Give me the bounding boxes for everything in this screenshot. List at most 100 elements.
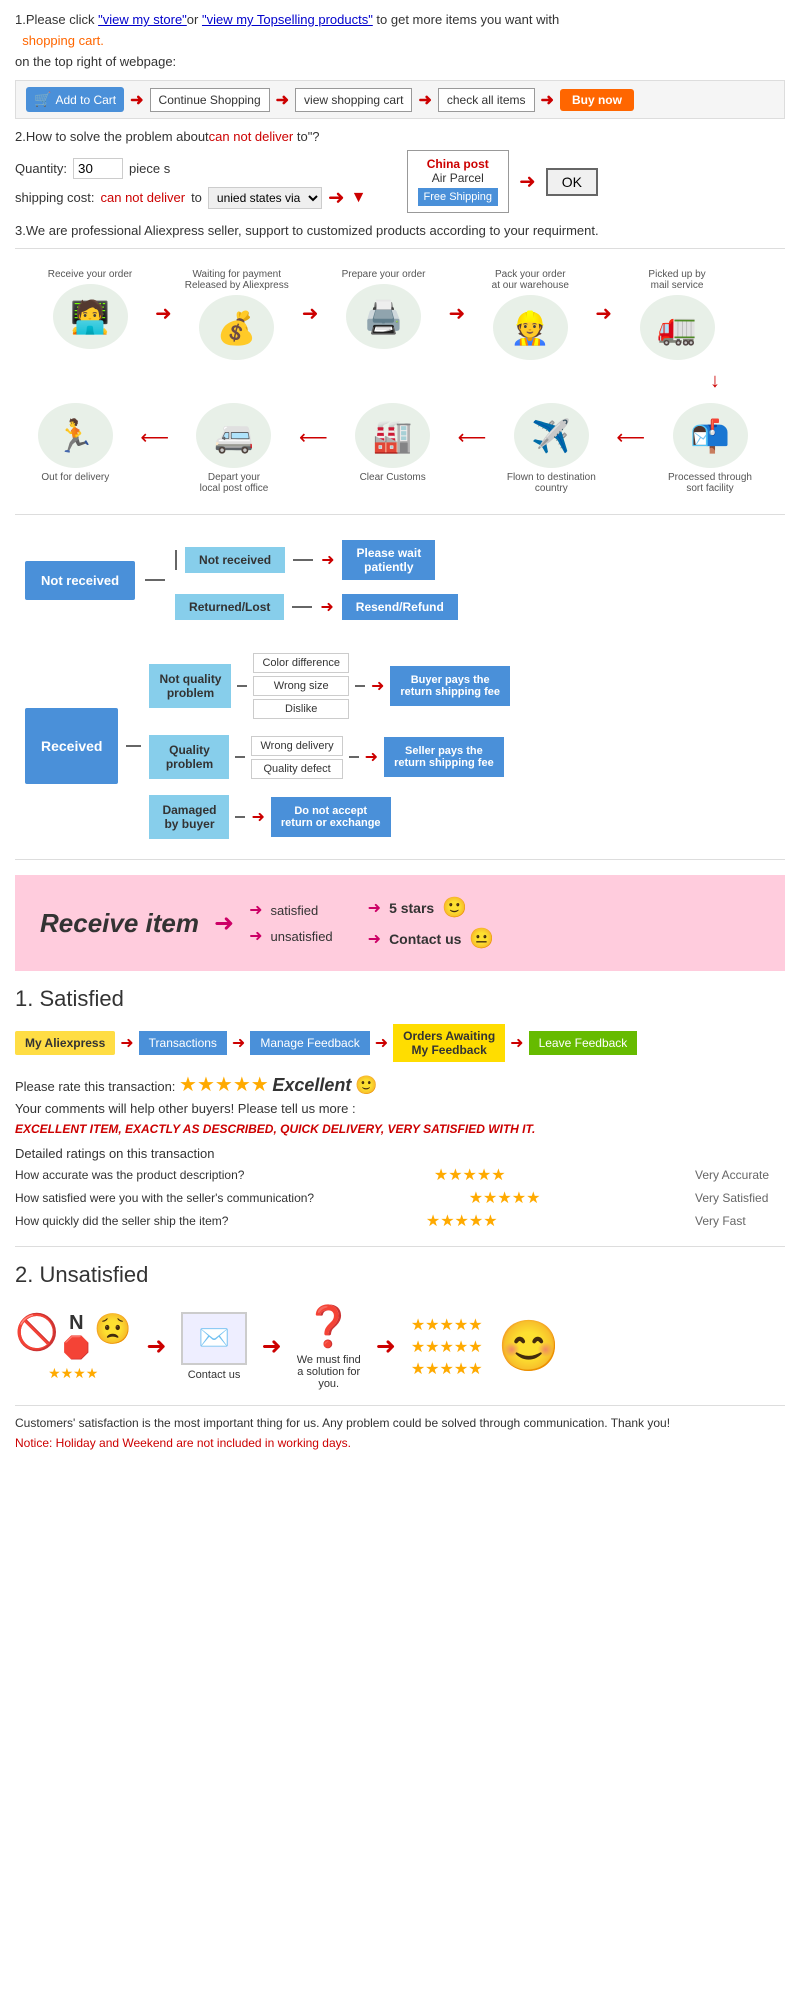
footer-section: Customers' satisfaction is the most impo… (15, 1416, 785, 1450)
arrow1: ➜ (130, 90, 143, 110)
ri-stars-row: ➜ 5 stars 🙂 (368, 895, 495, 920)
comment-text: Your comments will help other buyers! Pl… (15, 1101, 785, 1116)
r-b1-line (237, 685, 247, 687)
add-to-cart-button[interactable]: 🛒 Add to Cart (26, 87, 124, 112)
step1-icon: 🧑‍💻 (53, 284, 128, 349)
quality-defect: Quality defect (251, 759, 342, 779)
manage-feedback-btn[interactable]: Manage Feedback (250, 1031, 369, 1055)
step6-caption: Out for delivery (41, 472, 109, 483)
r-b1-arrow: ➜ (371, 676, 384, 696)
leave-feedback-btn[interactable]: Leave Feedback (529, 1031, 638, 1055)
n-letter: N (69, 1312, 83, 1335)
r-b1-line2 (355, 685, 365, 687)
check-all-button[interactable]: check all items (438, 88, 535, 112)
step7-icon: 🚐 (196, 403, 271, 468)
section1-suffix: to get more items you want with (373, 12, 559, 27)
down-arrow: ↓ (710, 370, 720, 393)
order-flow-top: Receive your order 🧑‍💻 ➜ Waiting for pay… (25, 269, 775, 360)
returned-lost-sub: Returned/Lost (175, 594, 284, 620)
r-b3-line (235, 816, 245, 818)
cart-flow: 🛒 Add to Cart ➜ Continue Shopping ➜ view… (15, 80, 785, 119)
unsat-stars-block: ★★★★★ ★★★★★ ★★★★★ (411, 1315, 483, 1379)
transactions-btn[interactable]: Transactions (139, 1031, 227, 1055)
r-b2-arrow: ➜ (365, 747, 378, 767)
buy-now-button[interactable]: Buy now (560, 89, 634, 111)
unsat-star-row2: ★★★★★ (411, 1337, 483, 1357)
r-b2-items: Wrong delivery Quality defect (251, 736, 342, 779)
continue-shopping-button[interactable]: Continue Shopping (150, 88, 270, 112)
unsat-item1: 🚫 N 🛑 😟 ★★★★ (15, 1312, 131, 1382)
bottom-steps: 🏃 Out for delivery ⟵ 🚐 Depart yourlocal … (10, 403, 775, 494)
divider5 (15, 1405, 785, 1406)
down-arrow-container: ↓ (25, 370, 775, 393)
ri-smiley2: 😐 (469, 926, 494, 951)
shipping-country-select[interactable]: unied states via (208, 187, 322, 209)
s2-red: can not deliver (209, 129, 294, 144)
section1: 1.Please click "view my store"or "view m… (15, 10, 785, 119)
step7-caption: Depart yourlocal post office (200, 472, 269, 494)
step9-icon: ✈️ (514, 403, 589, 468)
r-b3-arrow: ➜ (251, 807, 264, 827)
section1-intro: 1.Please click (15, 12, 98, 27)
unsat-stars: ★★★★ (48, 1365, 98, 1382)
step4-caption: Pack your orderat our warehouse (492, 269, 569, 291)
wrong-size: Wrong size (253, 676, 348, 696)
view-store-link[interactable]: "view my store" (98, 12, 187, 27)
footer-notice: Notice: Holiday and Weekend are not incl… (15, 1436, 785, 1450)
big-smiley: 😊 (498, 1317, 560, 1376)
nr-branch2: Returned/Lost ➜ Resend/Refund (175, 594, 458, 620)
orders-awaiting-btn[interactable]: Orders AwaitingMy Feedback (393, 1024, 505, 1062)
shipping-text: to (191, 190, 202, 205)
r-b1-items: Color difference Wrong size Dislike (253, 653, 348, 719)
receive-item-title: Receive item (40, 908, 199, 939)
ri-smiley1: 🙂 (442, 895, 467, 920)
unsatisfied-title: 2. Unsatisfied (15, 1262, 785, 1288)
rating-row-1: How accurate was the product description… (15, 1165, 785, 1185)
s2-title-end: to"? (293, 129, 319, 144)
r-branch2: Qualityproblem Wrong delivery Quality de… (149, 735, 509, 779)
view-cart-button[interactable]: view shopping cart (295, 88, 412, 112)
shipping-arrow: ➜ (328, 185, 345, 210)
step-depart-post: 🚐 Depart yourlocal post office (169, 403, 299, 494)
wrong-delivery: Wrong delivery (251, 736, 342, 756)
unsatisfied-section: 2. Unsatisfied 🚫 N 🛑 😟 ★★★★ ➜ ✉️ (15, 1262, 785, 1390)
email-icon: ✉️ (181, 1312, 246, 1365)
section1-text: 1.Please click "view my store"or "view m… (15, 10, 785, 31)
no-sign: 🚫 (15, 1312, 59, 1361)
step-pickup: Picked up bymail service 🚛 (612, 269, 742, 360)
check-label: check all items (447, 93, 526, 107)
top-steps: Receive your order 🧑‍💻 ➜ Waiting for pay… (25, 269, 742, 360)
rating2-label: How satisfied were you with the seller's… (15, 1191, 314, 1205)
ri-unsatisfied: unsatisfied (271, 929, 333, 944)
qty-unit: piece s (129, 161, 170, 176)
nr-result2: Resend/Refund (342, 594, 458, 620)
italic-comment: EXCELLENT ITEM, EXACTLY AS DESCRIBED, QU… (15, 1122, 785, 1136)
sat-num: 1. (15, 986, 33, 1011)
b-arrow-1: ⟵ (140, 403, 169, 450)
fb-arrow3: ➜ (375, 1033, 388, 1053)
rating3-label: How quickly did the seller ship the item… (15, 1214, 228, 1228)
unsat-title: Unsatisfied (39, 1262, 148, 1287)
step-waiting-payment: Waiting for paymentReleased by Aliexpres… (172, 269, 302, 360)
step1-caption: Receive your order (48, 269, 132, 280)
no-sign-n: 🚫 N 🛑 😟 (15, 1312, 131, 1361)
shopping-cart-link[interactable]: shopping cart. (22, 33, 104, 48)
rating1-stars: ★★★★★ (434, 1165, 506, 1185)
ri-unsatisfied-row: ➜ unsatisfied (249, 926, 333, 946)
r-mainline (126, 745, 141, 747)
divider3 (15, 859, 785, 860)
question-icon: ❓ (304, 1303, 354, 1350)
qty-label: Quantity: (15, 161, 67, 176)
china-post-label: China post (427, 157, 489, 171)
detailed-label: Detailed ratings on this transaction (15, 1146, 785, 1161)
ok-button[interactable]: OK (546, 168, 598, 196)
qty-input[interactable] (73, 158, 123, 179)
free-shipping-badge: Free Shipping (418, 188, 499, 206)
step-out-delivery: 🏃 Out for delivery (10, 403, 140, 483)
step3-caption: Prepare your order (342, 269, 426, 280)
ri-satisfied-row: ➜ satisfied (249, 900, 333, 920)
my-aliexpress-btn[interactable]: My Aliexpress (15, 1031, 115, 1055)
r-branches: Not qualityproblem Color difference Wron… (149, 653, 509, 839)
b-arrow-4: ⟵ (616, 403, 645, 450)
view-topselling-link[interactable]: "view my Topselling products" (202, 12, 373, 27)
